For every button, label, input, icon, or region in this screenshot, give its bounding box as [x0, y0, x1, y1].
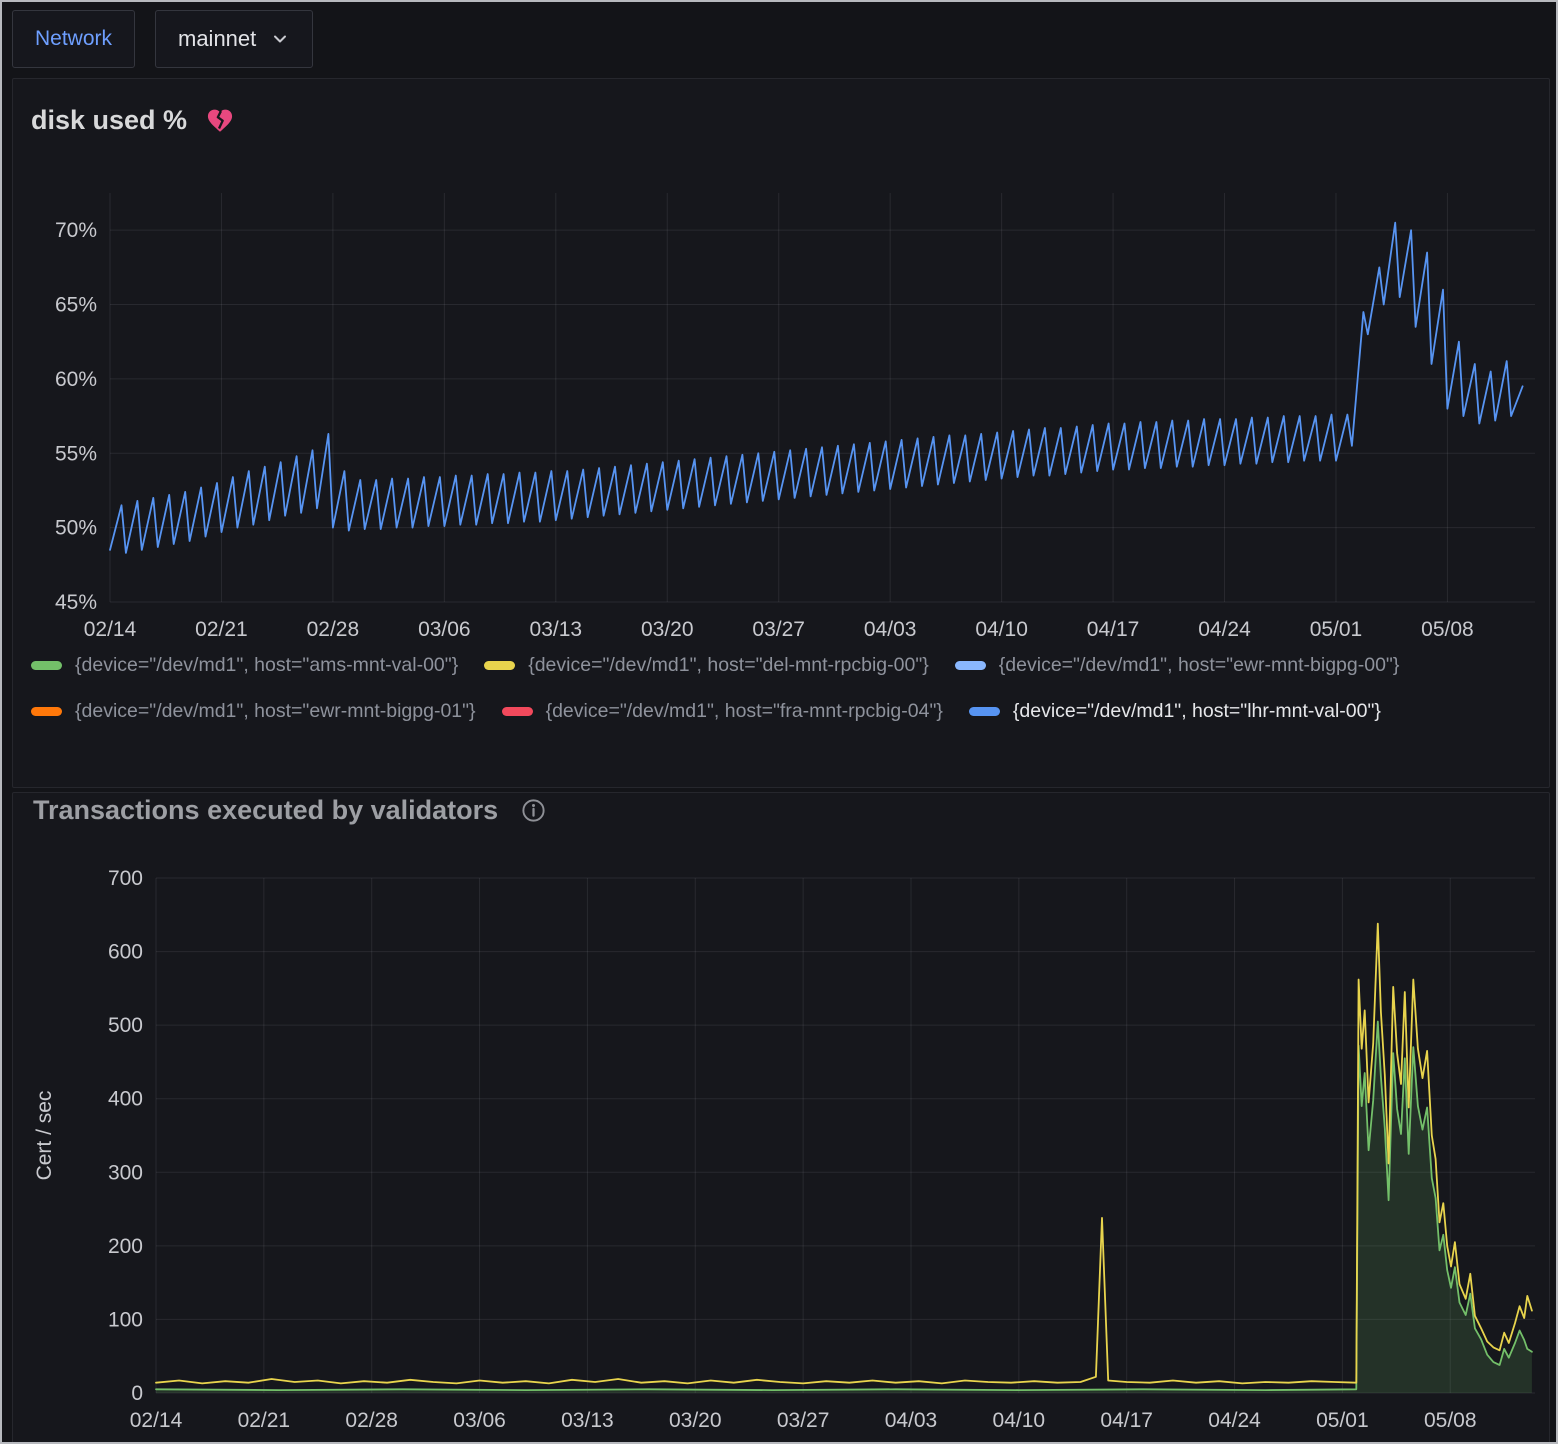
x-tick-label: 03/20 [641, 618, 694, 641]
broken-heart-icon [205, 106, 235, 135]
x-tick-label: 02/14 [130, 1409, 183, 1432]
legend-swatch [502, 707, 533, 716]
x-tick-label: 05/08 [1421, 618, 1474, 641]
x-tick-label: 05/08 [1424, 1409, 1477, 1432]
y-tick-label: 45% [55, 591, 97, 614]
legend-swatch [31, 661, 62, 670]
legend-label: {device="/dev/md1", host="ewr-mnt-bigpg-… [75, 700, 476, 723]
x-tick-label: 04/10 [993, 1409, 1046, 1432]
disk-used-chart[interactable]: 45% 50% 55% 60% 65% 70% 02/14 02/21 02/28 03/06 03… [21, 154, 1543, 664]
x-tick-label: 02/28 [307, 618, 360, 641]
legend-label: {device="/dev/md1", host="ewr-mnt-bigpg-… [999, 654, 1400, 677]
y-axis-label: Cert / sec [33, 1091, 56, 1181]
x-tick-label: 03/06 [453, 1409, 506, 1432]
y-tick-label: 400 [108, 1088, 143, 1111]
panel-tx-title: Transactions executed by validators [33, 795, 498, 826]
series-line [156, 1022, 1532, 1391]
y-tick-label: 300 [108, 1161, 143, 1184]
network-variable-dropdown[interactable]: mainnet [155, 10, 313, 68]
info-icon[interactable] [520, 797, 547, 824]
x-tick-label: 02/14 [84, 618, 137, 641]
legend-item[interactable]: {device="/dev/md1", host="lhr-mnt-val-00… [969, 697, 1381, 726]
legend-item[interactable]: {device="/dev/md1", host="del-mnt-rpcbig… [484, 651, 929, 680]
x-tick-label: 04/24 [1198, 618, 1251, 641]
legend-item[interactable]: {device="/dev/md1", host="ewr-mnt-bigpg-… [955, 651, 1400, 680]
x-tick-label: 05/01 [1310, 618, 1363, 641]
x-tick-label: 03/13 [561, 1409, 614, 1432]
legend-item[interactable]: {device="/dev/md1", host="fra-mnt-rpcbig… [502, 697, 943, 726]
transactions-chart[interactable]: 0 100 200 300 400 500 600 700 02/14 02/21 02/28 03/… [21, 848, 1543, 1438]
x-tick-label: 03/20 [669, 1409, 722, 1432]
panel-disk-used: disk used % 45% 50% 55% 60% 65% 70% 02/14 02/21… [12, 78, 1550, 788]
y-tick-label: 60% [55, 368, 97, 391]
x-tick-label: 04/10 [975, 618, 1028, 641]
y-tick-label: 200 [108, 1235, 143, 1258]
network-variable-label: Network [35, 27, 112, 51]
y-tick-label: 600 [108, 941, 143, 964]
grafana-dashboard: Network mainnet disk used % 45% 50% 55% 60%… [0, 0, 1558, 1444]
legend-item[interactable]: {device="/dev/md1", host="ams-mnt-val-00… [31, 651, 458, 680]
legend-swatch [955, 661, 986, 670]
series-line [110, 223, 1523, 553]
x-tick-label: 03/13 [530, 618, 583, 641]
x-tick-label: 03/06 [418, 618, 471, 641]
legend-label: {device="/dev/md1", host="ams-mnt-val-00… [75, 654, 458, 677]
x-tick-label: 03/27 [752, 618, 805, 641]
disk-legend: {device="/dev/md1", host="ams-mnt-val-00… [31, 651, 1531, 726]
y-tick-label: 100 [108, 1308, 143, 1331]
x-tick-label: 04/03 [864, 618, 917, 641]
x-tick-label: 02/28 [345, 1409, 398, 1432]
legend-swatch [484, 661, 515, 670]
panel-disk-title: disk used % [31, 105, 187, 136]
x-tick-label: 02/21 [195, 618, 248, 641]
x-tick-label: 04/03 [885, 1409, 938, 1432]
x-tick-label: 02/21 [238, 1409, 291, 1432]
chevron-down-icon [270, 29, 290, 49]
series-line [156, 924, 1532, 1384]
panel-transactions: Transactions executed by validators 0 100… [12, 792, 1550, 1444]
network-variable-value: mainnet [178, 26, 256, 52]
panel-tx-header[interactable]: Transactions executed by validators [33, 795, 547, 826]
y-tick-label: 700 [108, 867, 143, 890]
y-tick-label: 0 [131, 1382, 143, 1405]
series-fill [156, 1022, 1532, 1394]
x-tick-label: 04/17 [1100, 1409, 1153, 1432]
y-tick-label: 55% [55, 442, 97, 465]
legend-swatch [31, 707, 62, 716]
y-tick-label: 50% [55, 517, 97, 540]
x-tick-label: 05/01 [1316, 1409, 1369, 1432]
y-tick-label: 65% [55, 294, 97, 317]
x-tick-label: 04/17 [1087, 618, 1140, 641]
y-tick-label: 70% [55, 219, 97, 242]
network-variable-label-box: Network [12, 10, 135, 68]
panel-disk-header[interactable]: disk used % [31, 105, 235, 136]
legend-label: {device="/dev/md1", host="lhr-mnt-val-00… [1013, 700, 1381, 723]
legend-label: {device="/dev/md1", host="fra-mnt-rpcbig… [546, 700, 943, 723]
legend-item[interactable]: {device="/dev/md1", host="ewr-mnt-bigpg-… [31, 697, 476, 726]
legend-label: {device="/dev/md1", host="del-mnt-rpcbig… [528, 654, 929, 677]
x-tick-label: 03/27 [777, 1409, 830, 1432]
legend-swatch [969, 707, 1000, 716]
x-tick-label: 04/24 [1208, 1409, 1261, 1432]
y-tick-label: 500 [108, 1014, 143, 1037]
